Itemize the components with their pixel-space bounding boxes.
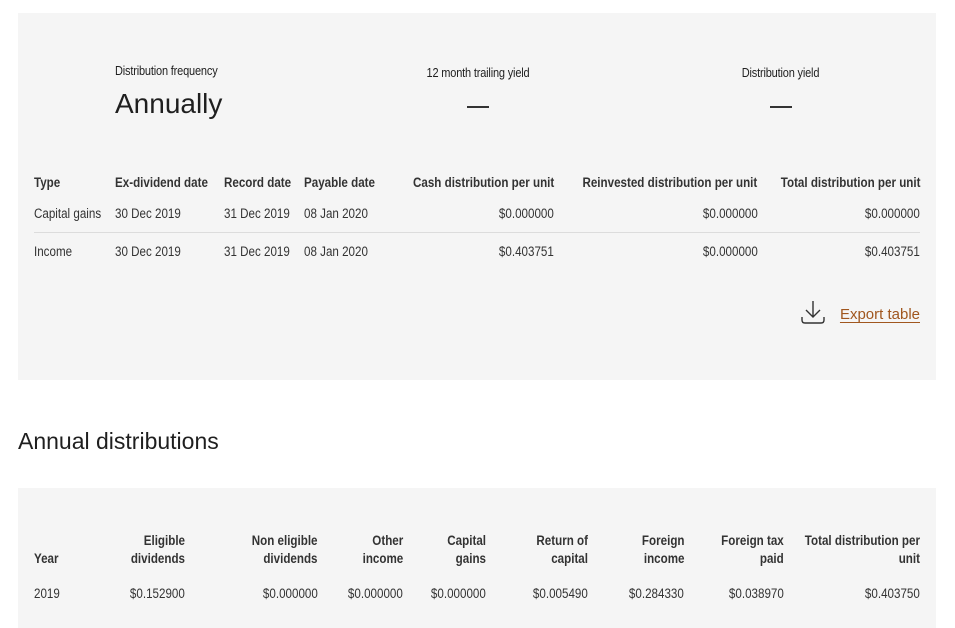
export-table-button[interactable]: Export table [800,299,920,330]
column-header-return-of-capital: Return of capital [536,533,588,566]
table-header-row: Type Ex-dividend date Record date Payabl… [34,170,920,195]
cell-type: Capital gains [34,195,115,233]
table-row: Income 30 Dec 2019 31 Dec 2019 08 Jan 20… [34,233,920,271]
column-header-capital-gains: Capital gains [447,533,486,566]
column-header-payable-date: Payable date [304,175,376,190]
cell-reinvested-distribution: $0.000000 [702,244,758,259]
column-header-total-distribution: Total distribution per unit [780,175,920,190]
cell-cash-distribution: $0.000000 [389,195,555,233]
cell-ex-dividend-date: 30 Dec 2019 [114,195,224,233]
trailing-yield-stat: 12 month trailing yield [418,66,538,108]
cell-total-distribution: $0.403750 [865,585,920,601]
cell-foreign-income: $0.284330 [629,585,684,601]
table-row: 2019 $0.152900 $0.000000 $0.000000 $0.00… [34,568,920,618]
column-header-non-eligible-dividends: Non eligible dividends [252,533,318,566]
export-table-label[interactable]: Export table [840,306,920,323]
distribution-frequency-value: Annually [115,88,223,119]
column-header-foreign-income: Foreign income [641,533,684,566]
column-header-record-date: Record date [223,175,292,190]
column-header-cash-distribution: Cash distribution per unit [412,175,555,190]
cell-cash-distribution: $0.403751 [499,244,555,259]
annual-distributions-table: Year Eligible dividends Non eligible divid… [34,528,920,618]
download-icon [800,299,826,330]
table-header-row: Year Eligible dividends Non eligible divid… [34,528,920,568]
cell-foreign-tax-paid: $0.038970 [729,585,784,601]
column-header-other-income: Other income [362,533,403,566]
distribution-summary-panel: Distribution frequency Annually 12 month… [18,13,936,380]
distribution-frequency-label: Distribution frequency [115,64,218,78]
column-header-ex-dividend-date: Ex-dividend date [114,175,208,190]
trailing-yield-label: 12 month trailing yield [426,66,530,80]
distribution-yield-label: Distribution yield [741,66,820,80]
cell-total-distribution: $0.403751 [865,244,920,259]
cell-non-eligible-dividends: $0.000000 [263,585,318,601]
cell-return-of-capital: $0.005490 [533,585,588,601]
column-header-eligible-dividends: Eligible dividends [130,533,185,566]
cell-record-date: 31 Dec 2019 [223,195,305,233]
distribution-yield-stat: Distribution yield [718,66,843,108]
column-header-reinvested-distribution: Reinvested distribution per unit [582,175,758,190]
distribution-yield-value-empty [769,106,792,108]
cell-capital-gains: $0.000000 [431,585,486,601]
cell-eligible-dividends: $0.152900 [130,585,185,601]
cell-payable-date: 08 Jan 2020 [304,244,369,259]
column-header-total-distribution: Total distribution per unit [804,533,920,566]
annual-distributions-panel: Year Eligible dividends Non eligible divid… [18,488,936,628]
cell-payable-date: 08 Jan 2020 [304,195,390,233]
cell-record-date: 31 Dec 2019 [223,244,290,259]
column-header-year: Year [34,551,59,566]
column-header-foreign-tax-paid: Foreign tax paid [721,533,784,566]
cell-other-income: $0.000000 [348,585,403,601]
column-header-type: Type [34,175,61,190]
cell-reinvested-distribution: $0.000000 [554,195,758,233]
cell-ex-dividend-date: 30 Dec 2019 [114,244,181,259]
annual-distributions-title: Annual distributions [18,428,219,454]
cell-year: 2019 [34,585,60,601]
distributions-table: Type Ex-dividend date Record date Payabl… [34,170,920,270]
distribution-frequency-stat: Distribution frequency Annually [115,64,232,120]
trailing-yield-value-empty [467,106,489,108]
cell-total-distribution: $0.000000 [757,195,920,233]
cell-type: Income [34,244,73,259]
table-row: Capital gains 30 Dec 2019 31 Dec 2019 08… [34,195,920,233]
